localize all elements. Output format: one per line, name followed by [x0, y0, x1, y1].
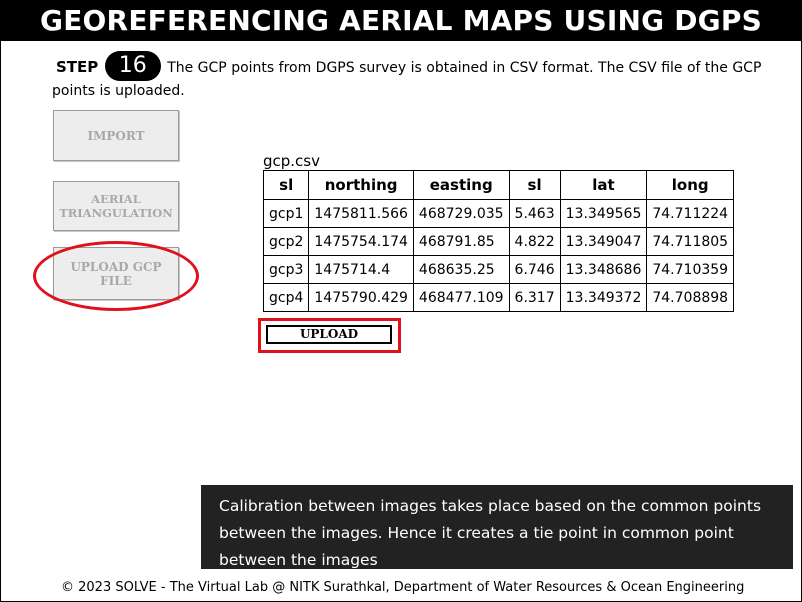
csv-file-name: gcp.csv [263, 152, 320, 170]
table-cell: 74.708898 [646, 283, 735, 312]
footer-copyright: © 2023 SOLVE - The Virtual Lab @ NITK Su… [61, 580, 745, 595]
table-cell: 468635.25 [412, 255, 510, 284]
column-header: sl [508, 170, 561, 200]
table-cell: 13.349372 [559, 283, 648, 312]
table-cell: gcp4 [262, 283, 310, 312]
table-cell: 74.711805 [646, 227, 735, 256]
table-cell: 4.822 [508, 227, 561, 256]
step-instruction: STEP 16 The GCP points from DGPS survey … [56, 51, 786, 81]
table-cell: 74.711224 [646, 199, 735, 228]
table-cell: 13.349565 [559, 199, 648, 228]
column-header: lat [559, 170, 648, 200]
step-text-line2: points is uploaded. [52, 83, 185, 99]
table-cell: 1475754.174 [308, 227, 414, 256]
table-cell: gcp3 [262, 255, 310, 284]
table-cell: 13.348686 [559, 255, 648, 284]
table-cell: 6.746 [508, 255, 561, 284]
table-cell: 468729.035 [412, 199, 510, 228]
gcp-table: sl northing easting sl lat long gcp1 147… [262, 170, 735, 312]
table-cell: 1475714.4 [308, 255, 414, 284]
table-row: gcp4 1475790.429 468477.109 6.317 13.349… [262, 283, 735, 312]
column-header: easting [412, 170, 510, 200]
table-cell: 5.463 [508, 199, 561, 228]
table-cell: 468791.85 [412, 227, 510, 256]
table-cell: 1475811.566 [308, 199, 414, 228]
info-tooltip: Calibration between images takes place b… [201, 485, 793, 569]
table-cell: 468477.109 [412, 283, 510, 312]
page-title: GEOREFERENCING AERIAL MAPS USING DGPS [0, 0, 802, 41]
table-row: gcp3 1475714.4 468635.25 6.746 13.348686… [262, 255, 735, 284]
table-cell: 6.317 [508, 283, 561, 312]
table-cell: 1475790.429 [308, 283, 414, 312]
aerial-triangulation-button[interactable]: AERIAL TRIANGULATION [53, 181, 179, 231]
table-cell: gcp1 [262, 199, 310, 228]
column-header: sl [262, 170, 310, 200]
table-cell: 74.710359 [646, 255, 735, 284]
step-label: STEP [56, 58, 99, 76]
table-cell: gcp2 [262, 227, 310, 256]
step-text-line1: The GCP points from DGPS survey is obtai… [167, 60, 762, 76]
column-header: northing [308, 170, 414, 200]
table-cell: 13.349047 [559, 227, 648, 256]
table-header-row: sl northing easting sl lat long [262, 170, 735, 200]
table-row: gcp2 1475754.174 468791.85 4.822 13.3490… [262, 227, 735, 256]
import-button[interactable]: IMPORT [53, 110, 179, 161]
table-row: gcp1 1475811.566 468729.035 5.463 13.349… [262, 199, 735, 228]
upload-gcp-file-button[interactable]: UPLOAD GCP FILE [53, 247, 179, 300]
step-number-badge: 16 [104, 51, 161, 81]
column-header: long [646, 170, 735, 200]
upload-button[interactable]: UPLOAD [266, 325, 392, 344]
